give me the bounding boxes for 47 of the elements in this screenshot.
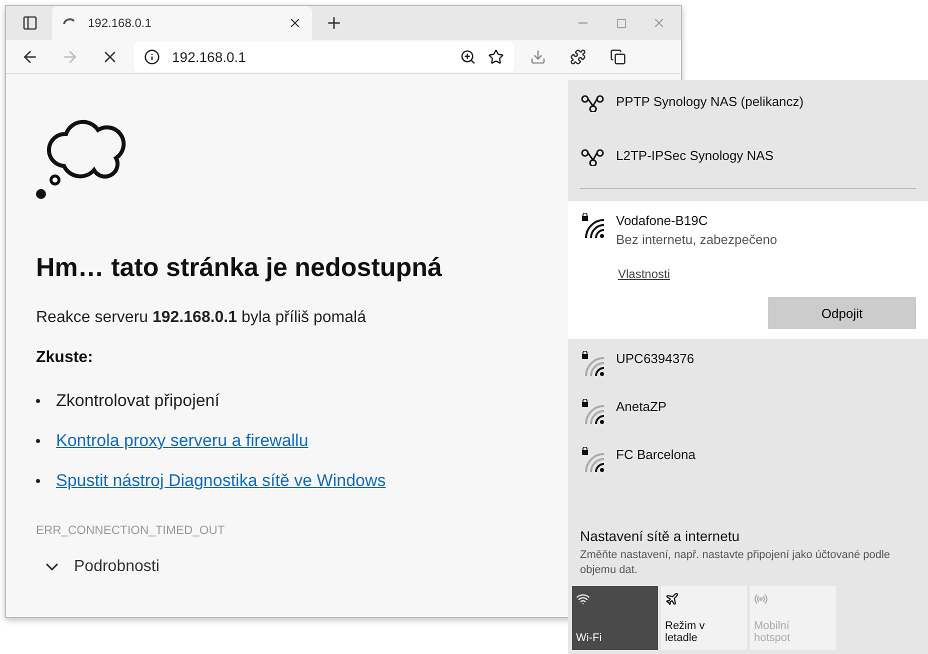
details-toggle[interactable]: Podrobnosti [36,557,160,577]
close-tab-icon[interactable] [288,16,302,30]
tab-title: 192.168.0.1 [88,16,152,30]
error-message: Reakce serveru 192.168.0.1 byla příliš pomalá [36,309,366,327]
disconnect-button[interactable]: Odpojit [768,297,916,329]
settings-description: Změňte nastavení, např. nastavte připojení jako účtované podle objemu dat. [580,548,892,578]
quick-action-tile[interactable]: Režim v letadle [661,586,747,650]
bullet-icon [36,399,40,403]
network-item[interactable]: FC Barcelona [568,435,928,483]
network-name: UPC6394376 [616,351,694,366]
suggestion-text: Zkontrolovat připojení [56,391,220,411]
try-label: Zkuste: [36,349,93,367]
bullet-icon [36,479,40,483]
suggestion-link[interactable]: Kontrola proxy serveru a firewallu [56,431,308,451]
wifi-lock-icon [580,351,606,377]
network-name: AnetaZP [616,399,667,414]
network-item[interactable]: L2TP-IPSec Synology NAS [568,134,928,188]
network-status: Bez internetu, zabezpečeno [616,232,778,247]
properties-link[interactable]: Vlastnosti [618,267,916,281]
network-name: FC Barcelona [616,447,696,462]
network-item[interactable]: PPTP Synology NAS (pelikancz) [568,80,928,134]
network-name: PPTP Synology NAS (pelikancz) [616,94,804,109]
zoom-icon[interactable] [460,48,476,64]
browser-tab[interactable]: 192.168.0.1 [52,6,312,40]
vpn-icon [580,94,606,112]
settings-link[interactable]: Nastavení sítě a internetu [580,528,916,544]
wifi-icon [576,592,590,606]
wifi-lock-icon [580,447,606,473]
network-name: L2TP-IPSec Synology NAS [616,148,774,163]
suggestion-link[interactable]: Spustit nástroj Diagnostika sítě ve Windows [56,471,386,491]
network-name: Vodafone-B19C [616,213,709,228]
vpn-icon [580,148,606,166]
wifi-lock-icon [580,399,606,425]
address-bar[interactable]: 192.168.0.1 [134,42,514,72]
address-text: 192.168.0.1 [172,48,247,64]
error-code: ERR_CONNECTION_TIMED_OUT [36,523,225,537]
network-item[interactable]: AnetaZP [568,387,928,435]
network-item[interactable]: UPC6394376 [568,339,928,387]
info-icon[interactable] [144,48,160,64]
hotspot-icon [754,592,768,606]
network-item[interactable]: Vodafone-B19C Bez internetu, zabezpečeno Vlastnosti Odpojit [568,201,928,339]
airplane-icon [665,592,679,606]
wifi-lock-icon [580,213,606,239]
bullet-icon [36,439,40,443]
error-heading: Hm… tato stránka je nedostupná [36,252,442,283]
favorite-icon[interactable] [488,48,504,64]
quick-action-tile[interactable]: Wi-Fi [572,586,658,650]
